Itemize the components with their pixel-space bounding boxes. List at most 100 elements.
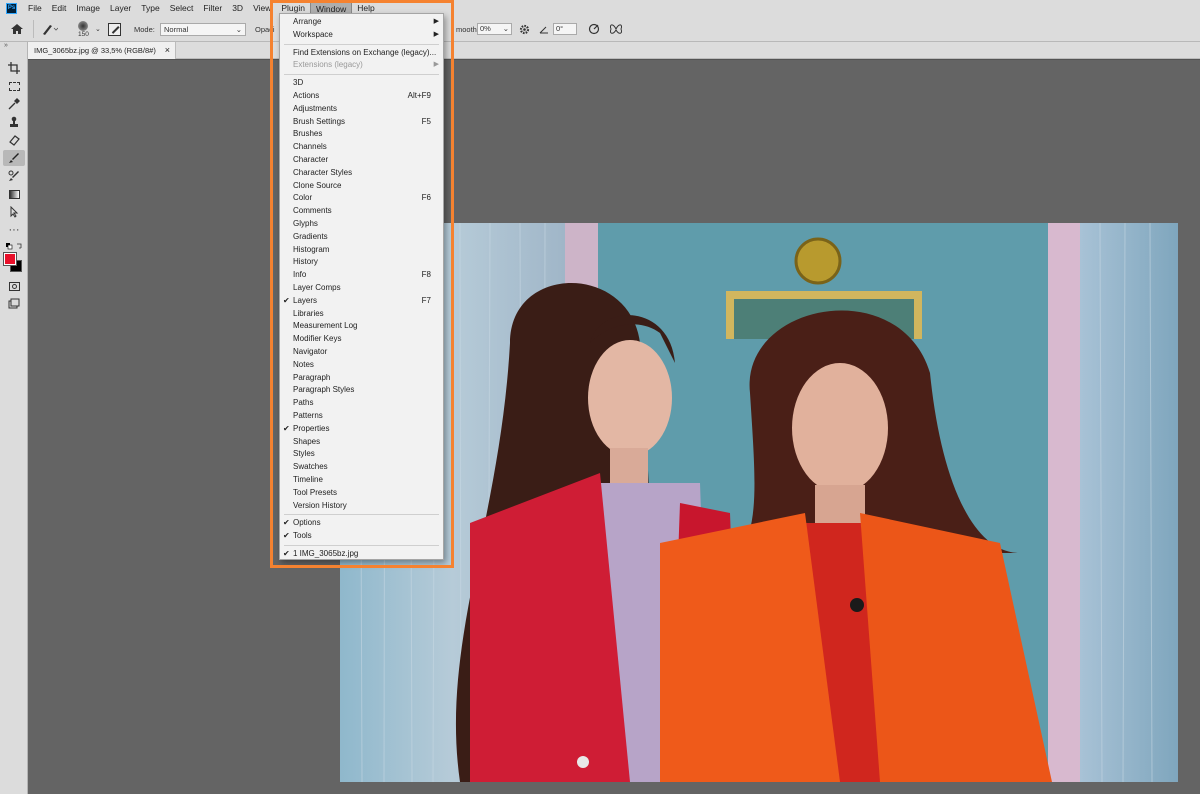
menu-item-layer-comps[interactable]: Layer Comps xyxy=(280,282,443,295)
eyedropper-tool-icon[interactable] xyxy=(3,96,25,112)
menu-item-label: Histogram xyxy=(293,244,330,254)
menu-item-patterns[interactable]: Patterns xyxy=(280,410,443,423)
menu-item-navigator[interactable]: Navigator xyxy=(280,346,443,359)
document-image[interactable] xyxy=(340,223,1178,782)
angle-input[interactable]: 0° xyxy=(553,16,577,42)
gear-icon[interactable] xyxy=(519,16,530,42)
menu-item-actions[interactable]: Actions Alt+F9 xyxy=(280,90,443,103)
menu-item-histogram[interactable]: Histogram xyxy=(280,244,443,257)
menu-item-tool-presets[interactable]: Tool Presets xyxy=(280,487,443,500)
menu-item-label: Layers xyxy=(293,295,318,305)
menu-item-swatches[interactable]: Swatches xyxy=(280,461,443,474)
menu-item-options[interactable]: ✔ Options xyxy=(280,517,443,530)
screen-mode-icon[interactable] xyxy=(3,296,25,312)
menu-item-label: Paragraph Styles xyxy=(293,385,355,395)
menu-item-libraries[interactable]: Libraries xyxy=(280,308,443,321)
menu-item-glyphs[interactable]: Glyphs xyxy=(280,218,443,231)
menu-item-label: Measurement Log xyxy=(293,321,358,331)
menu-item-character[interactable]: Character xyxy=(280,154,443,167)
menu-item-comments[interactable]: Comments xyxy=(280,205,443,218)
chevron-down-icon[interactable]: ⌄ xyxy=(95,16,101,42)
menu-item-3d[interactable]: 3D xyxy=(280,77,443,90)
menu-item-color[interactable]: Color F6 xyxy=(280,192,443,205)
menu-item-1-img-3065bz-jpg[interactable]: ✔ 1 IMG_3065bz.jpg xyxy=(280,548,443,561)
options-bar: 150 ⌄ Mode: Normal ⌄ Opaci moothing: 0% … xyxy=(0,16,1200,42)
menu-type[interactable]: Type xyxy=(136,1,164,15)
menu-item-paragraph[interactable]: Paragraph xyxy=(280,372,443,385)
menu-item-styles[interactable]: Styles xyxy=(280,448,443,461)
menu-file[interactable]: File xyxy=(23,1,47,15)
checkmark-icon: ✔ xyxy=(283,423,290,433)
opacity-label: Opaci xyxy=(255,24,275,34)
gradient-tool-icon[interactable] xyxy=(3,186,25,202)
menu-item-shapes[interactable]: Shapes xyxy=(280,436,443,449)
pressure-icon[interactable] xyxy=(588,16,600,42)
menu-item-find-extensions-on-exchange-legacy[interactable]: Find Extensions on Exchange (legacy)... xyxy=(280,47,443,60)
menu-item-label: Actions xyxy=(293,91,320,100)
tools-panel: » ··· xyxy=(0,42,28,794)
menu-item-label: Modifier Keys xyxy=(293,334,342,344)
menu-item-modifier-keys[interactable]: Modifier Keys xyxy=(280,333,443,346)
stamp-tool-icon[interactable] xyxy=(3,114,25,130)
menu-item-properties[interactable]: ✔ Properties xyxy=(280,423,443,436)
menu-select[interactable]: Select xyxy=(165,1,199,15)
smoothing-input[interactable]: 0% ⌄ xyxy=(477,16,512,42)
menu-item-version-history[interactable]: Version History xyxy=(280,500,443,513)
brush-panel-toggle-icon[interactable] xyxy=(108,16,121,42)
menu-view[interactable]: View xyxy=(248,1,276,15)
menu-item-arrange[interactable]: Arrange ▶ xyxy=(280,16,443,29)
brush-tip-icon xyxy=(78,20,89,31)
menu-separator xyxy=(284,43,439,45)
menu-item-label: Adjustments xyxy=(293,103,338,113)
menu-item-brush-settings[interactable]: Brush Settings F5 xyxy=(280,116,443,129)
selection-tool-icon[interactable] xyxy=(3,204,25,220)
menu-item-brushes[interactable]: Brushes xyxy=(280,128,443,141)
menu-item-adjustments[interactable]: Adjustments xyxy=(280,103,443,116)
menu-item-extensions-legacy: Extensions (legacy) ▶ xyxy=(280,59,443,72)
eraser-tool-icon[interactable] xyxy=(3,132,25,148)
brush-tool-icon[interactable] xyxy=(3,150,25,166)
menu-item-workspace[interactable]: Workspace ▶ xyxy=(280,29,443,42)
brush-preset-icon[interactable] xyxy=(40,16,58,42)
quick-mask-icon[interactable] xyxy=(3,278,25,294)
menu-item-measurement-log[interactable]: Measurement Log xyxy=(280,320,443,333)
menu-item-layers[interactable]: ✔ Layers F7 xyxy=(280,295,443,308)
menu-item-clone-source[interactable]: Clone Source xyxy=(280,180,443,193)
menu-filter[interactable]: Filter xyxy=(198,1,227,15)
menu-item-label: Swatches xyxy=(293,462,328,472)
submenu-arrow-icon: ▶ xyxy=(433,30,439,38)
menu-item-label: Character Styles xyxy=(293,167,353,177)
menu-edit[interactable]: Edit xyxy=(47,1,72,15)
menu-item-label: Brush Settings xyxy=(293,116,346,126)
menu-item-paths[interactable]: Paths xyxy=(280,397,443,410)
menu-item-label: Clone Source xyxy=(293,180,342,190)
marquee-tool-icon[interactable] xyxy=(3,78,25,94)
home-icon[interactable] xyxy=(10,16,24,42)
menu-item-history[interactable]: History xyxy=(280,256,443,269)
menu-item-label: Tools xyxy=(293,531,312,541)
menu-item-tools[interactable]: ✔ Tools xyxy=(280,530,443,543)
document-tab[interactable]: IMG_3065bz.jpg @ 33,5% (RGB/8#) × xyxy=(28,42,176,59)
more-tools-icon[interactable]: ··· xyxy=(3,222,25,238)
menu-item-channels[interactable]: Channels xyxy=(280,141,443,154)
close-icon[interactable]: × xyxy=(165,45,170,55)
menu-item-gradients[interactable]: Gradients xyxy=(280,231,443,244)
menu-3d[interactable]: 3D xyxy=(227,1,248,15)
collapse-chevrons-icon[interactable]: » xyxy=(4,42,8,49)
menu-item-character-styles[interactable]: Character Styles xyxy=(280,167,443,180)
foreground-color-swatch[interactable] xyxy=(3,252,17,266)
menu-layer[interactable]: Layer xyxy=(105,1,136,15)
mode-select[interactable]: Normal ⌄ xyxy=(160,16,246,42)
menu-item-notes[interactable]: Notes xyxy=(280,359,443,372)
crop-tool-icon[interactable] xyxy=(3,60,25,76)
menu-item-timeline[interactable]: Timeline xyxy=(280,474,443,487)
menu-image[interactable]: Image xyxy=(71,1,105,15)
menu-item-paragraph-styles[interactable]: Paragraph Styles xyxy=(280,384,443,397)
history-brush-tool-icon[interactable] xyxy=(3,168,25,184)
menu-separator xyxy=(284,74,439,76)
menu-item-label: 1 IMG_3065bz.jpg xyxy=(293,549,359,558)
butterfly-icon[interactable] xyxy=(609,16,623,42)
swap-colors-icon[interactable] xyxy=(3,238,25,254)
brush-size-picker[interactable]: 150 xyxy=(78,16,89,42)
menu-item-info[interactable]: Info F8 xyxy=(280,269,443,282)
